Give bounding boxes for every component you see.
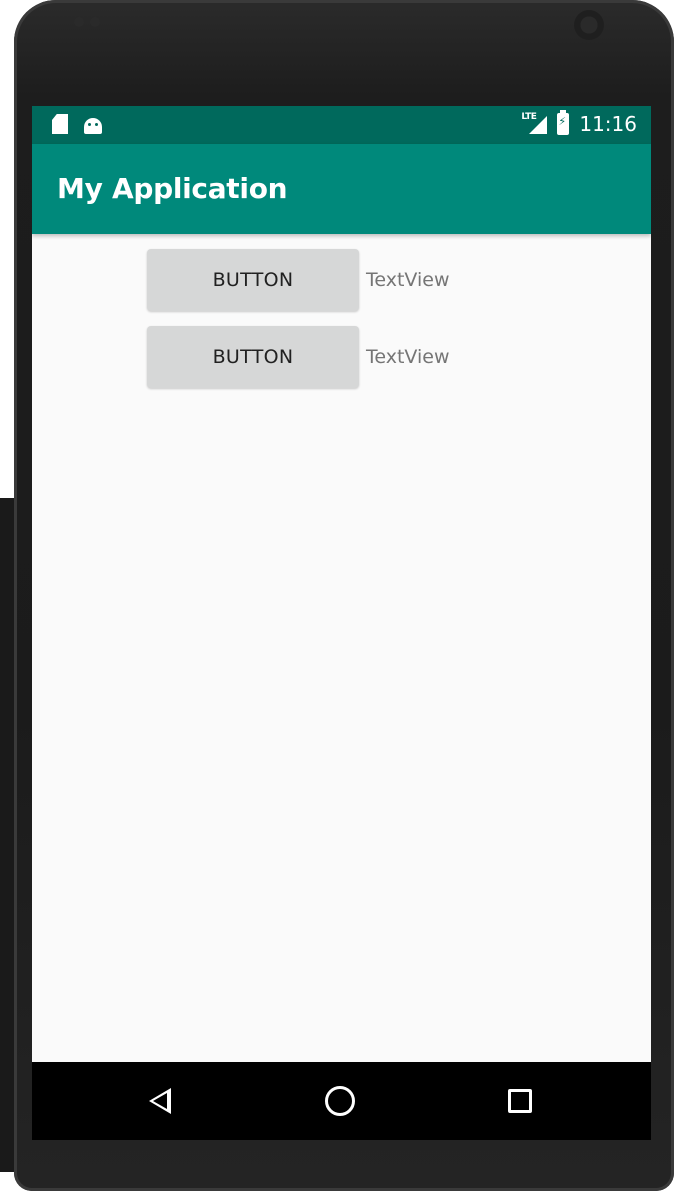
content-row-1: BUTTON TextView (147, 249, 450, 311)
content-row-2: BUTTON TextView (147, 326, 450, 388)
home-icon (325, 1086, 355, 1116)
home-button[interactable] (320, 1081, 360, 1121)
status-bar: LTE 11:16 (32, 106, 651, 144)
speaker-grille (74, 12, 134, 27)
back-button[interactable] (140, 1081, 180, 1121)
signal-strength-icon (529, 116, 548, 134)
text-view-1: TextView (366, 269, 450, 291)
background-panel (0, 498, 14, 1172)
android-icon (84, 117, 102, 134)
app-title: My Application (57, 172, 288, 205)
recents-icon (508, 1089, 532, 1113)
status-bar-system: LTE 11:16 (521, 110, 637, 136)
battery-charging-icon (557, 110, 570, 135)
lte-signal-icon: LTE (521, 112, 548, 136)
navigation-bar (32, 1062, 651, 1140)
back-icon (149, 1088, 171, 1114)
status-bar-clock: 11:16 (579, 112, 637, 136)
status-bar-notifications (52, 114, 102, 134)
text-view-2: TextView (366, 346, 450, 368)
front-camera (574, 10, 604, 40)
sd-card-icon (52, 114, 68, 134)
button-1[interactable]: BUTTON (147, 249, 359, 311)
recents-button[interactable] (500, 1081, 540, 1121)
button-2[interactable]: BUTTON (147, 326, 359, 388)
app-bar: My Application (32, 144, 651, 234)
emulator-stage: LTE 11:16 My Application BUTTON TextView… (0, 0, 674, 1191)
device-screen: LTE 11:16 My Application BUTTON TextView… (32, 106, 651, 1140)
